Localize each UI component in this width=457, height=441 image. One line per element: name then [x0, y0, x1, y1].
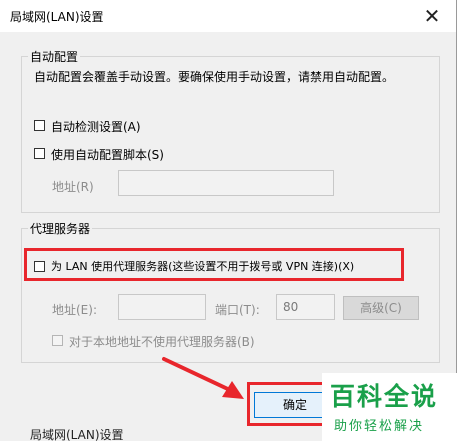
title-bar[interactable]: 局域网(LAN)设置 ✕: [0, 0, 456, 32]
proxy-address-label: 地址(E):: [52, 303, 97, 317]
proxy-legend: 代理服务器: [30, 222, 91, 236]
auto-detect-label[interactable]: 自动检测设置(A): [51, 118, 141, 135]
advanced-button[interactable]: 高级(C): [343, 296, 419, 320]
bypass-local-checkbox[interactable]: [52, 335, 63, 346]
proxy-port-input[interactable]: 80: [276, 294, 335, 320]
auto-config-description: 自动配置会覆盖手动设置。要确保使用手动设置，请禁用自动配置。: [34, 70, 395, 84]
watermark-logo: 百科全说 助你轻松解决: [322, 373, 457, 441]
watermark-sub-text: 助你轻松解决: [334, 419, 425, 434]
proxy-port-label: 端口(T):: [215, 303, 260, 317]
background-window-title: 局域网(LAN)设置: [0, 428, 330, 441]
use-proxy-highlight-box: [24, 248, 404, 281]
auto-config-legend: 自动配置: [30, 50, 79, 64]
auto-config-address-label: 地址(R): [52, 180, 94, 194]
close-icon[interactable]: ✕: [412, 2, 452, 30]
dialog-title: 局域网(LAN)设置: [10, 10, 104, 24]
bypass-local-label[interactable]: 对于本地地址不使用代理服务器(B): [69, 333, 255, 350]
annotation-arrow-icon: [162, 357, 244, 399]
use-script-checkbox[interactable]: [34, 148, 45, 159]
auto-detect-checkbox[interactable]: [34, 120, 45, 131]
proxy-address-input[interactable]: [118, 294, 206, 320]
watermark-main-text: 百科全说: [330, 382, 439, 411]
auto-config-address-input[interactable]: [118, 170, 334, 196]
background-window-title-text: 局域网(LAN)设置: [30, 428, 124, 441]
use-script-label[interactable]: 使用自动配置脚本(S): [51, 146, 164, 163]
